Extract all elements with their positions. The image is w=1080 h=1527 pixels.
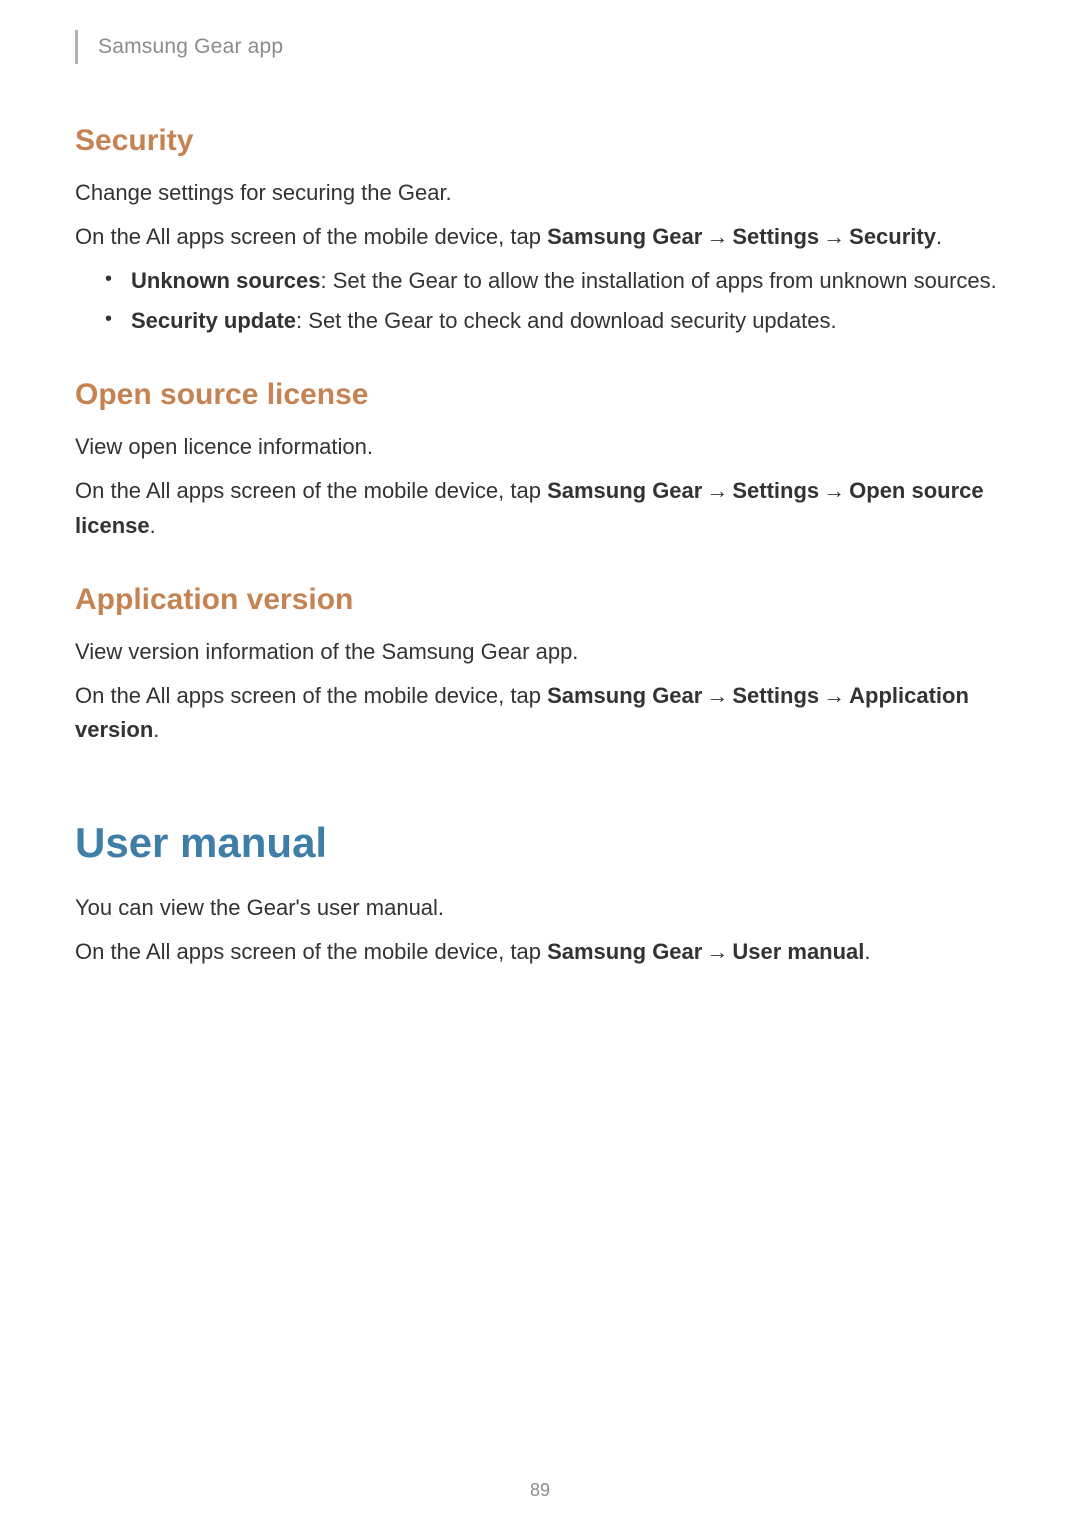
nav-settings: Settings: [732, 478, 819, 503]
security-intro: Change settings for securing the Gear.: [75, 176, 1005, 210]
period: .: [153, 717, 159, 742]
nav-settings: Settings: [732, 224, 819, 249]
header-divider-bar: [75, 30, 78, 64]
user-manual-intro: You can view the Gear's user manual.: [75, 891, 1005, 925]
period: .: [936, 224, 942, 249]
open-source-intro: View open licence information.: [75, 430, 1005, 464]
bullet-label: Security update: [131, 308, 296, 333]
nav-app: Samsung Gear: [547, 939, 702, 964]
page-header: Samsung Gear app: [75, 30, 1005, 64]
security-nav-line: On the All apps screen of the mobile dev…: [75, 220, 1005, 254]
open-source-nav-line: On the All apps screen of the mobile dev…: [75, 474, 1005, 542]
list-item: Unknown sources: Set the Gear to allow t…: [105, 264, 1005, 298]
nav-app: Samsung Gear: [547, 478, 702, 503]
arrow-icon: →: [702, 683, 732, 708]
heading-open-source-license: Open source license: [75, 378, 1005, 412]
heading-security: Security: [75, 124, 1005, 158]
nav-prefix: On the All apps screen of the mobile dev…: [75, 478, 547, 503]
section-user-manual: User manual You can view the Gear's user…: [75, 819, 1005, 969]
arrow-icon: →: [819, 224, 849, 249]
section-open-source-license: Open source license View open licence in…: [75, 378, 1005, 542]
section-application-version: Application version View version informa…: [75, 583, 1005, 747]
nav-target: User manual: [732, 939, 864, 964]
period: .: [150, 513, 156, 538]
user-manual-nav-line: On the All apps screen of the mobile dev…: [75, 935, 1005, 969]
bullet-label: Unknown sources: [131, 268, 320, 293]
section-security: Security Change settings for securing th…: [75, 124, 1005, 338]
arrow-icon: →: [702, 224, 732, 249]
nav-prefix: On the All apps screen of the mobile dev…: [75, 683, 547, 708]
arrow-icon: →: [702, 939, 732, 964]
heading-user-manual: User manual: [75, 819, 1005, 867]
nav-app: Samsung Gear: [547, 224, 702, 249]
app-version-nav-line: On the All apps screen of the mobile dev…: [75, 679, 1005, 747]
heading-application-version: Application version: [75, 583, 1005, 617]
nav-prefix: On the All apps screen of the mobile dev…: [75, 224, 547, 249]
nav-app: Samsung Gear: [547, 683, 702, 708]
arrow-icon: →: [702, 478, 732, 503]
security-bullet-list: Unknown sources: Set the Gear to allow t…: [75, 264, 1005, 338]
header-section-title: Samsung Gear app: [98, 35, 283, 59]
arrow-icon: →: [819, 478, 849, 503]
manual-page: Samsung Gear app Security Change setting…: [0, 0, 1080, 1527]
app-version-intro: View version information of the Samsung …: [75, 635, 1005, 669]
arrow-icon: →: [819, 683, 849, 708]
period: .: [864, 939, 870, 964]
bullet-desc: : Set the Gear to allow the installation…: [320, 268, 996, 293]
page-number: 89: [0, 1480, 1080, 1501]
list-item: Security update: Set the Gear to check a…: [105, 304, 1005, 338]
bullet-desc: : Set the Gear to check and download sec…: [296, 308, 837, 333]
nav-settings: Settings: [732, 683, 819, 708]
nav-target: Security: [849, 224, 936, 249]
nav-prefix: On the All apps screen of the mobile dev…: [75, 939, 547, 964]
